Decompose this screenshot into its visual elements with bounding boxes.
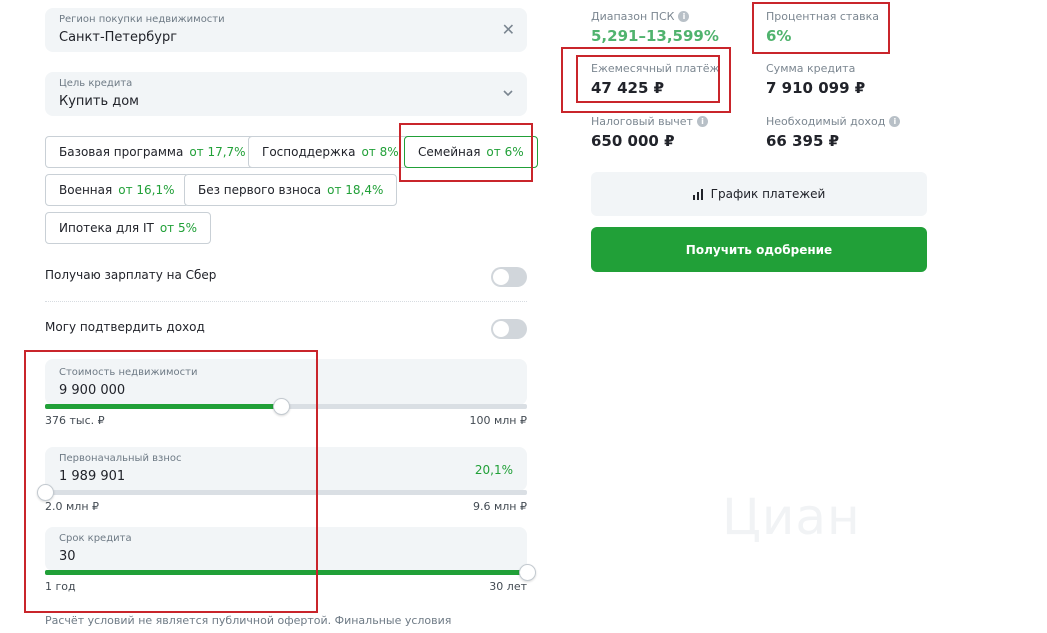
program-chip-military[interactable]: Военная от 16,1% bbox=[45, 174, 189, 206]
tax-deduction-value: 650 000 ₽ bbox=[591, 132, 675, 150]
income-toggle-row: Могу подтвердить доход bbox=[45, 317, 527, 341]
cian-watermark-logo: Циан bbox=[722, 488, 861, 546]
program-rate: от 17,7% bbox=[189, 145, 246, 159]
income-toggle-label: Могу подтвердить доход bbox=[45, 320, 205, 334]
salary-toggle-label: Получаю зарплату на Сбер bbox=[45, 268, 217, 282]
required-income-value: 66 395 ₽ bbox=[766, 132, 840, 150]
program-name: Ипотека для IT bbox=[59, 221, 154, 235]
highlight-box-sliders bbox=[24, 350, 318, 613]
program-rate: от 16,1% bbox=[118, 183, 175, 197]
program-name: Базовая программа bbox=[59, 145, 184, 159]
payment-schedule-label: График платежей bbox=[710, 187, 826, 201]
region-value: Санкт-Петербург bbox=[59, 30, 178, 45]
program-rate: от 8% bbox=[361, 145, 399, 159]
program-chip-basic[interactable]: Базовая программа от 17,7% bbox=[45, 136, 260, 168]
loan-sum-stat: Сумма кредита 7 910 099 ₽ bbox=[766, 62, 865, 97]
down-payment-percent: 20,1% bbox=[474, 463, 513, 477]
highlight-box-interest-rate bbox=[752, 2, 890, 54]
loan-purpose-value: Купить дом bbox=[59, 94, 139, 109]
down-payment-max: 9.6 млн ₽ bbox=[472, 500, 527, 513]
chevron-down-icon[interactable] bbox=[501, 86, 515, 103]
region-field[interactable]: Регион покупки недвижимости Санкт-Петерб… bbox=[45, 8, 527, 52]
get-approval-button[interactable]: Получить одобрение bbox=[591, 227, 927, 272]
salary-toggle-row: Получаю зарплату на Сбер bbox=[45, 265, 527, 289]
divider bbox=[45, 301, 527, 302]
info-icon[interactable]: i bbox=[889, 116, 901, 127]
salary-toggle[interactable] bbox=[491, 267, 527, 287]
program-name: Военная bbox=[59, 183, 113, 197]
disclaimer-text: Расчёт условий не является публичной офе… bbox=[45, 614, 452, 633]
loan-sum-label: Сумма кредита bbox=[766, 62, 856, 75]
payment-schedule-button[interactable]: График платежей bbox=[591, 172, 927, 216]
tax-deduction-label: Налоговый вычет bbox=[591, 115, 693, 128]
program-name: Без первого взноса bbox=[198, 183, 322, 197]
program-rate: от 5% bbox=[159, 221, 198, 235]
tax-deduction-stat: Налоговый вычет i 650 000 ₽ bbox=[591, 115, 708, 150]
property-cost-max: 100 млн ₽ bbox=[469, 414, 527, 427]
toggle-knob bbox=[493, 269, 509, 285]
program-name: Господдержка bbox=[262, 145, 356, 159]
required-income-stat: Необходимый доход i 66 395 ₽ bbox=[766, 115, 901, 150]
income-toggle[interactable] bbox=[491, 319, 527, 339]
required-income-label: Необходимый доход bbox=[766, 115, 886, 128]
program-chip-it[interactable]: Ипотека для IT от 5% bbox=[45, 212, 212, 244]
info-icon[interactable]: i bbox=[696, 116, 708, 127]
loan-purpose-label: Цель кредита bbox=[59, 78, 133, 89]
clear-icon[interactable]: ✕ bbox=[502, 22, 515, 38]
highlight-box-family-program bbox=[399, 123, 533, 182]
psk-range-label: Диапазон ПСК bbox=[591, 10, 675, 23]
program-chip-state-support[interactable]: Господдержка от 8% bbox=[248, 136, 413, 168]
info-icon[interactable]: i bbox=[678, 11, 690, 22]
psk-range-stat: Диапазон ПСК i 5,291–13,599% bbox=[591, 10, 719, 45]
psk-range-value: 5,291–13,599% bbox=[591, 27, 719, 45]
chart-bars-icon bbox=[692, 188, 703, 200]
loan-term-max: 30 лет bbox=[489, 580, 527, 593]
loan-purpose-select[interactable]: Цель кредита Купить дом bbox=[45, 72, 527, 116]
slider-thumb[interactable] bbox=[519, 564, 536, 581]
highlight-box-monthly-payment-inner bbox=[576, 55, 720, 103]
get-approval-label: Получить одобрение bbox=[685, 242, 833, 257]
program-chip-no-down-payment[interactable]: Без первого взноса от 18,4% bbox=[184, 174, 398, 206]
program-rate: от 18,4% bbox=[327, 183, 384, 197]
region-label: Регион покупки недвижимости bbox=[59, 14, 225, 25]
loan-sum-value: 7 910 099 ₽ bbox=[766, 79, 866, 97]
toggle-knob bbox=[493, 321, 509, 337]
